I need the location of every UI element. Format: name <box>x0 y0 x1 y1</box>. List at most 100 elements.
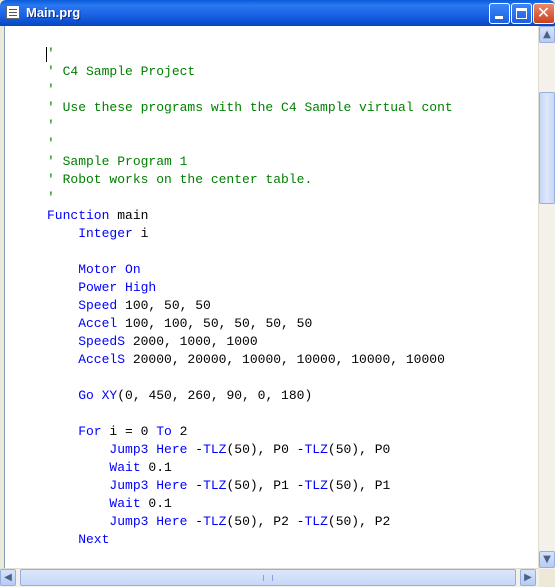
code-keyword: Next <box>47 532 110 547</box>
code-keyword: Wait <box>47 496 141 511</box>
code-text: 2 <box>171 424 188 439</box>
code-comment: ' <box>47 190 55 205</box>
minimize-button[interactable] <box>489 3 510 24</box>
title-bar[interactable]: Main.prg ✕ <box>0 0 555 26</box>
window-title: Main.prg <box>26 5 81 20</box>
code-comment: ' Robot works on the center table. <box>47 172 313 187</box>
document-icon <box>6 5 20 19</box>
code-line: Next <box>47 531 109 549</box>
code-keyword: TLZ <box>203 478 227 493</box>
code-line: Integer i <box>47 225 148 243</box>
code-text: (50), P0 <box>327 442 391 457</box>
scroll-up-button[interactable]: ▲ <box>539 26 555 43</box>
code-line: For i = 0 To 2 <box>47 423 187 441</box>
maximize-icon <box>516 8 527 19</box>
code-line: ' <box>47 135 55 153</box>
code-text: (50), P1 - <box>226 478 305 493</box>
code-line: ' <box>47 117 55 135</box>
code-keyword: High <box>125 280 157 295</box>
code-text: - <box>187 442 204 457</box>
code-keyword: AccelS <box>47 352 126 367</box>
code-line: AccelS 20000, 20000, 10000, 10000, 10000… <box>47 351 445 369</box>
code-keyword: TLZ <box>304 514 328 529</box>
code-text: - <box>187 514 204 529</box>
chevron-down-icon: ▼ <box>543 554 551 565</box>
code-line: Jump3 Here -TLZ(50), P2 -TLZ(50), P2 <box>47 513 390 531</box>
code-comment: ' Use these programs with the C4 Sample … <box>47 100 453 115</box>
code-line: Motor On <box>47 261 141 279</box>
code-keyword: For <box>47 424 102 439</box>
code-text: 0.1 <box>140 460 172 475</box>
code-keyword: Wait <box>47 460 141 475</box>
code-line: ' <box>47 81 55 99</box>
code-text: (50), P2 <box>327 514 391 529</box>
close-button[interactable]: ✕ <box>533 3 555 24</box>
code-keyword: Go <box>47 388 94 403</box>
code-line: Speed 100, 50, 50 <box>47 297 211 315</box>
code-line: Jump3 Here -TLZ(50), P0 -TLZ(50), P0 <box>47 441 390 459</box>
code-keyword: TLZ <box>203 514 227 529</box>
chevron-up-icon: ▲ <box>543 29 551 40</box>
code-comment: ' <box>47 46 55 61</box>
chevron-right-icon: ▶ <box>524 572 532 583</box>
chevron-left-icon: ◀ <box>4 572 12 583</box>
code-keyword: Here <box>156 478 188 493</box>
grip-icon <box>263 575 273 581</box>
code-text: main <box>109 208 149 223</box>
scroll-left-button[interactable]: ◀ <box>0 569 16 586</box>
code-comment: ' <box>47 82 55 97</box>
horizontal-scroll-thumb[interactable] <box>20 569 516 586</box>
code-editor[interactable]: ' ' C4 Sample Project ' ' Use these program… <box>4 26 555 569</box>
code-line: ' Use these programs with the C4 Sample … <box>47 99 453 117</box>
code-keyword: Jump3 <box>47 442 149 457</box>
code-keyword: Jump3 <box>47 514 149 529</box>
code-keyword: Accel <box>47 316 118 331</box>
code-text: 20000, 20000, 10000, 10000, 10000, 10000 <box>125 352 445 367</box>
code-line: Wait 0.1 <box>47 459 172 477</box>
code-keyword: TLZ <box>203 442 227 457</box>
code-comment: ' C4 Sample Project <box>47 64 196 79</box>
code-keyword: On <box>125 262 141 277</box>
code-text: 2000, 1000, 1000 <box>125 334 258 349</box>
code-keyword: Here <box>156 442 188 457</box>
vertical-scroll-thumb[interactable] <box>539 92 555 204</box>
code-keyword: SpeedS <box>47 334 126 349</box>
code-keyword: Function <box>47 208 110 223</box>
code-keyword: Power <box>47 280 118 295</box>
code-line: ' <box>47 45 55 63</box>
code-line: Power High <box>47 279 156 297</box>
vertical-scrollbar[interactable]: ▲ ▼ <box>538 26 555 569</box>
editor-window: Main.prg ✕ ' ' C4 Sample Project ' ' Use th… <box>0 0 555 587</box>
code-text: 100, 50, 50 <box>117 298 211 313</box>
code-keyword: Here <box>156 514 188 529</box>
code-line: ' <box>47 189 55 207</box>
code-comment: ' Sample Program 1 <box>47 154 188 169</box>
code-text: - <box>187 478 204 493</box>
code-line: SpeedS 2000, 1000, 1000 <box>47 333 258 351</box>
scroll-down-button[interactable]: ▼ <box>539 551 555 568</box>
code-area[interactable]: ' ' C4 Sample Project ' ' Use these program… <box>5 26 540 569</box>
code-text: (50), P2 - <box>226 514 305 529</box>
code-keyword: Motor <box>47 262 118 277</box>
code-keyword: Speed <box>47 298 118 313</box>
minimize-icon <box>495 16 503 19</box>
code-text: 0.1 <box>140 496 172 511</box>
code-line: Wait 0.1 <box>47 495 172 513</box>
scrollbar-corner <box>539 569 555 587</box>
code-line: Jump3 Here -TLZ(50), P1 -TLZ(50), P1 <box>47 477 390 495</box>
code-text: i = 0 <box>101 424 157 439</box>
scroll-right-button[interactable]: ▶ <box>520 569 536 586</box>
code-text: 100, 100, 50, 50, 50, 50 <box>117 316 313 331</box>
text-cursor <box>46 47 47 62</box>
code-text: (0, 450, 260, 90, 0, 180) <box>117 388 313 403</box>
code-line: ' Sample Program 1 <box>47 153 187 171</box>
code-line: Go XY(0, 450, 260, 90, 0, 180) <box>47 387 312 405</box>
code-keyword: TLZ <box>304 442 328 457</box>
code-line: ' Robot works on the center table. <box>47 171 312 189</box>
maximize-button[interactable] <box>511 3 532 24</box>
horizontal-scrollbar[interactable]: ◀ ▶ <box>0 568 539 587</box>
code-comment: ' <box>47 118 55 133</box>
